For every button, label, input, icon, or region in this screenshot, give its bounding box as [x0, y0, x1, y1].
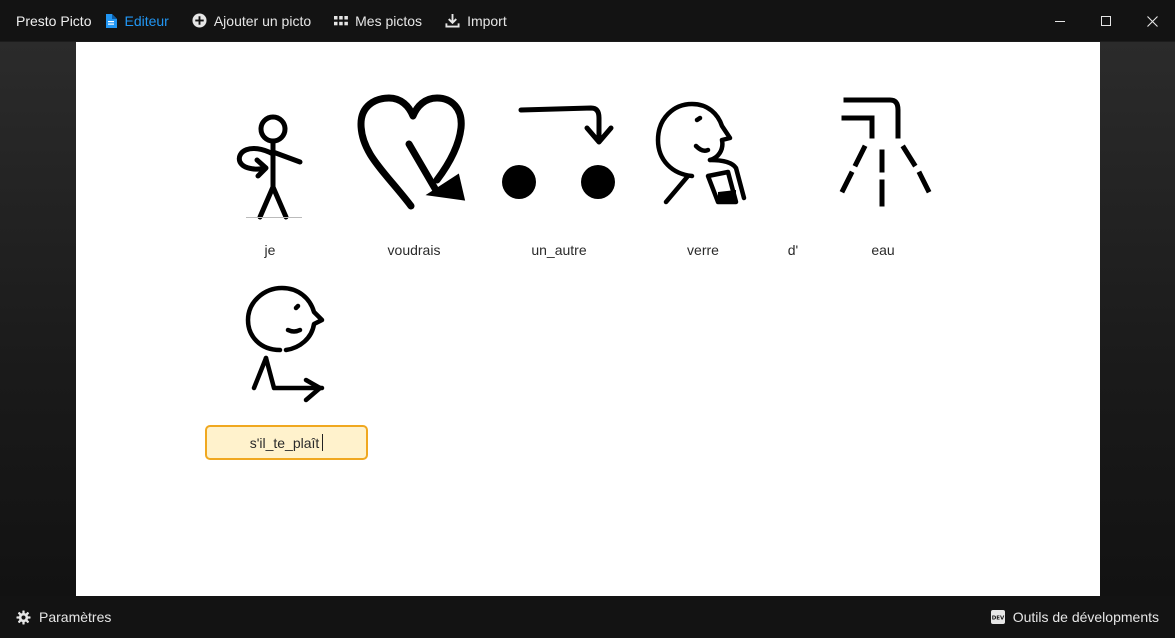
- maximize-button[interactable]: [1083, 0, 1129, 42]
- maximize-icon: [1101, 16, 1111, 26]
- grid-icon: [334, 15, 349, 25]
- editor-page[interactable]: je voudrais un_autre verre d' eau s'il_t…: [76, 42, 1100, 596]
- devtools-button[interactable]: DEV Outils de dévelopments: [990, 609, 1159, 625]
- minimize-button[interactable]: [1037, 0, 1083, 42]
- picto-label-sil-te-plait: s'il_te_plaît: [249, 434, 320, 451]
- picto-un-autre[interactable]: [499, 102, 619, 202]
- picto-label-verre: verre: [687, 242, 719, 258]
- picto-sil-te-plait[interactable]: [236, 284, 336, 406]
- nav-import[interactable]: Import: [445, 13, 507, 29]
- nav-mes-pictos[interactable]: Mes pictos: [334, 13, 422, 29]
- close-button[interactable]: [1129, 0, 1175, 42]
- nav-import-label: Import: [467, 12, 507, 29]
- close-icon: [1146, 15, 1158, 27]
- document-icon: [106, 13, 118, 28]
- heart-want-pictogram-icon: [357, 94, 466, 210]
- picto-label-eau: eau: [871, 242, 895, 258]
- nav-ajouter-picto[interactable]: Ajouter un picto: [192, 13, 311, 29]
- person-pointing-self-pictogram-icon: [236, 114, 303, 220]
- text-caret: [322, 434, 324, 451]
- gear-icon: [16, 609, 31, 625]
- nav-ajouter-picto-label: Ajouter un picto: [213, 12, 312, 29]
- settings-label: Paramètres: [39, 609, 112, 625]
- status-bar: Paramètres DEV Outils de dévelopments: [0, 596, 1175, 638]
- nav-editeur[interactable]: Editeur: [105, 12, 169, 29]
- picto-label-voudrais: voudrais: [387, 242, 441, 258]
- picto-verre[interactable]: [652, 98, 752, 213]
- picto-label-d: d': [787, 242, 799, 258]
- picto-label-je: je: [264, 242, 276, 258]
- person-bowing-please-pictogram-icon: [245, 285, 325, 403]
- person-drinking-glass-pictogram-icon: [655, 101, 747, 205]
- window-controls: [1037, 0, 1175, 42]
- download-icon: [445, 13, 460, 28]
- app-title: Presto Picto: [16, 12, 92, 29]
- dev-badge-icon: DEV: [990, 610, 1005, 624]
- water-tap-pictogram-icon: [839, 97, 932, 207]
- title-bar: Presto Picto Editeur Ajouter un picto Me…: [0, 0, 1175, 42]
- another-arrow-pictogram-icon: [502, 105, 615, 199]
- workspace: je voudrais un_autre verre d' eau s'il_t…: [0, 42, 1175, 596]
- devtools-label: Outils de dévelopments: [1012, 609, 1159, 625]
- settings-button[interactable]: Paramètres: [16, 609, 111, 625]
- nav-editeur-label: Editeur: [124, 12, 169, 29]
- svg-text:DEV: DEV: [991, 616, 1004, 622]
- minimize-icon: [1055, 21, 1065, 22]
- nav-mes-pictos-label: Mes pictos: [355, 12, 423, 29]
- picto-label-edit-input[interactable]: s'il_te_plaît: [205, 425, 368, 460]
- picto-je[interactable]: [230, 102, 310, 222]
- picto-eau[interactable]: [836, 96, 936, 216]
- picto-label-un-autre: un_autre: [531, 242, 587, 258]
- add-circle-icon: [192, 13, 207, 28]
- picto-voudrais[interactable]: [357, 94, 472, 214]
